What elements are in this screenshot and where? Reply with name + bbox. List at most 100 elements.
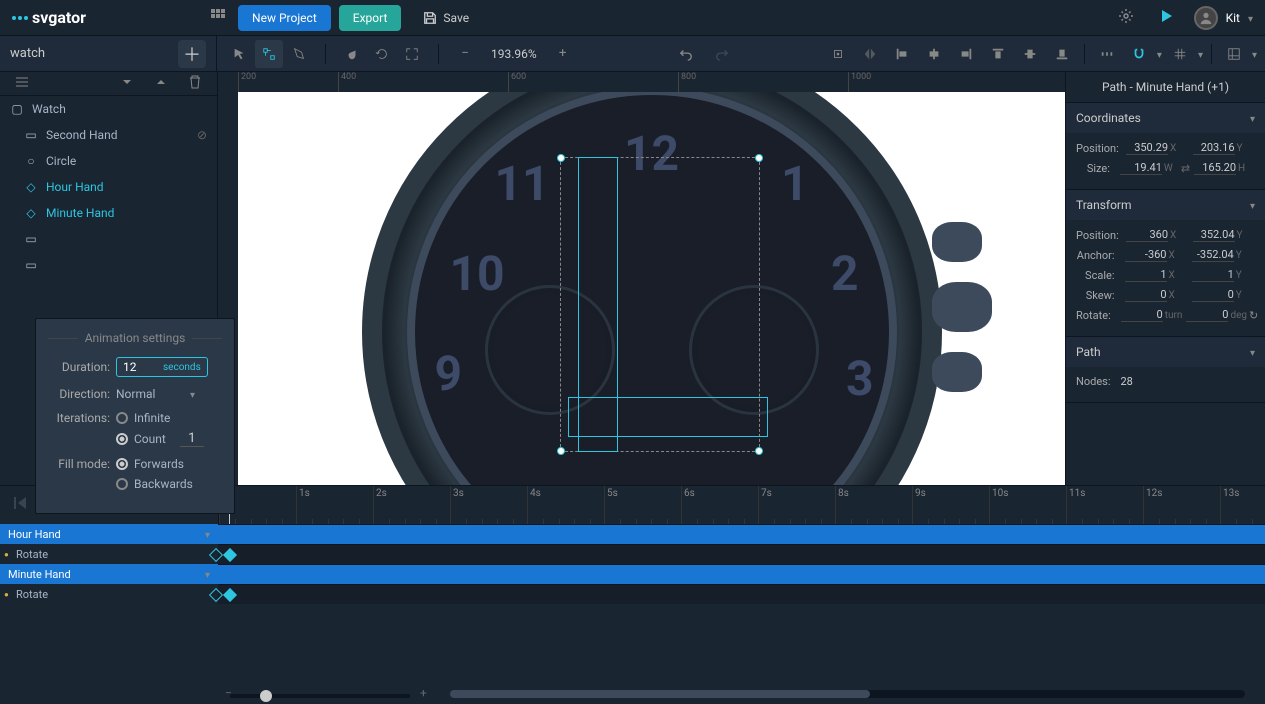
- scale-x-input[interactable]: [1125, 268, 1167, 282]
- track-lane[interactable]: [218, 524, 1265, 544]
- pos-y-input[interactable]: [1193, 141, 1235, 155]
- app-name: svgator: [32, 8, 86, 27]
- save-button[interactable]: Save: [409, 5, 483, 31]
- iterations-infinite-radio[interactable]: Infinite: [116, 411, 204, 425]
- size-h-input[interactable]: [1194, 161, 1236, 175]
- align-left-icon[interactable]: [888, 40, 916, 68]
- fillmode-forwards-radio[interactable]: Forwards: [116, 457, 193, 471]
- user-menu[interactable]: Kit: [1194, 6, 1253, 30]
- transform-section-head[interactable]: Transform: [1066, 190, 1265, 220]
- rotate-deg-input[interactable]: [1186, 308, 1228, 322]
- save-icon: [423, 11, 437, 25]
- circle-icon: ○: [24, 154, 38, 168]
- chevron-down-icon: [1248, 11, 1253, 25]
- align-top-icon[interactable]: [984, 40, 1012, 68]
- timeline-scrollbar[interactable]: [450, 690, 1245, 698]
- track-header[interactable]: Minute Hand: [0, 564, 218, 584]
- rotate-turn-input[interactable]: [1121, 308, 1163, 322]
- align-vcenter-icon[interactable]: [1016, 40, 1044, 68]
- avatar-icon: [1194, 6, 1218, 30]
- fit-tool[interactable]: [398, 40, 426, 68]
- canvas[interactable]: 12 1 2 3 9 10 11: [238, 92, 1065, 492]
- delete-layer-icon[interactable]: [183, 70, 207, 98]
- track-property[interactable]: Rotate●: [0, 584, 218, 604]
- apps-icon[interactable]: [206, 4, 230, 32]
- grid-icon[interactable]: [1166, 40, 1194, 68]
- skew-x-input[interactable]: [1125, 288, 1167, 302]
- timeline-zoom-slider[interactable]: [230, 694, 410, 698]
- iterations-count-input[interactable]: [180, 431, 204, 447]
- zoom-out-button[interactable]: −: [451, 40, 479, 68]
- anchor-y-input[interactable]: [1192, 248, 1234, 262]
- pos-x-input[interactable]: [1126, 141, 1168, 155]
- redo-button[interactable]: [708, 40, 736, 68]
- pen-tool[interactable]: [285, 40, 313, 68]
- top-bar: svgator New Project Export Save Kit: [0, 0, 1265, 36]
- coordinates-section-head[interactable]: Coordinates: [1066, 103, 1265, 133]
- skew-y-input[interactable]: [1192, 288, 1234, 302]
- layer-item-6[interactable]: ▭: [0, 252, 217, 278]
- timeline-ruler[interactable]: 0s1s2s3s4s5s6s7s8s9s10s11s12s13s: [218, 486, 1265, 524]
- panel-menu-icon[interactable]: [10, 70, 34, 98]
- new-project-button[interactable]: New Project: [238, 5, 331, 31]
- layer-circle[interactable]: ○ Circle: [0, 148, 217, 174]
- chevron-down-icon: [190, 387, 195, 401]
- align-center-icon[interactable]: [824, 40, 852, 68]
- zoom-in-button[interactable]: +: [549, 40, 577, 68]
- distribute-icon[interactable]: [1093, 40, 1121, 68]
- track-lane[interactable]: [218, 584, 1265, 604]
- logo: svgator: [12, 8, 86, 27]
- snap-icon[interactable]: [1125, 40, 1153, 68]
- layer-root[interactable]: ▢ Watch: [0, 96, 217, 122]
- expand-icon[interactable]: [149, 70, 173, 98]
- iterations-count-radio[interactable]: Count: [116, 431, 204, 447]
- t-pos-x-input[interactable]: [1126, 228, 1168, 242]
- layer-second-hand[interactable]: ▭ Second Hand ⊘: [0, 122, 217, 148]
- track-lane[interactable]: [218, 544, 1265, 564]
- add-file-button[interactable]: ＋: [178, 40, 206, 68]
- timeline-start-button[interactable]: [8, 491, 32, 519]
- layer-item-5[interactable]: ▭: [0, 226, 217, 252]
- keyframe[interactable]: [223, 548, 237, 562]
- flip-h-icon[interactable]: [856, 40, 884, 68]
- track-property[interactable]: Rotate●: [0, 544, 218, 564]
- collapse-icon[interactable]: [115, 70, 139, 98]
- pan-tool[interactable]: [338, 40, 366, 68]
- ruler-horizontal: 200 400 600 800 1000: [238, 72, 1065, 92]
- align-hcenter-icon[interactable]: [920, 40, 948, 68]
- track-lane[interactable]: [218, 564, 1265, 584]
- path-section-head[interactable]: Path: [1066, 337, 1265, 367]
- fillmode-backwards-radio[interactable]: Backwards: [116, 477, 193, 491]
- snap-dropdown[interactable]: [1157, 47, 1162, 61]
- rotate-view-tool[interactable]: [368, 40, 396, 68]
- play-preview-icon[interactable]: [1154, 4, 1178, 32]
- visibility-icon[interactable]: ⊘: [197, 128, 207, 142]
- align-bottom-icon[interactable]: [1048, 40, 1076, 68]
- canvas-area[interactable]: 200 400 600 800 1000 12 1 2 3 9 10: [218, 72, 1065, 492]
- track-header[interactable]: Hour Hand: [0, 524, 218, 544]
- keyframe[interactable]: [223, 588, 237, 602]
- align-right-icon[interactable]: [952, 40, 980, 68]
- t-pos-y-input[interactable]: [1193, 228, 1235, 242]
- scale-y-input[interactable]: [1192, 268, 1234, 282]
- layer-minute-hand[interactable]: ◇ Minute Hand: [0, 200, 217, 226]
- select-tool[interactable]: [225, 40, 253, 68]
- tools-bar: ＋ − 193.96% +: [0, 36, 1265, 72]
- duration-input[interactable]: [123, 360, 163, 374]
- size-w-input[interactable]: [1120, 161, 1162, 175]
- file-name-input[interactable]: [10, 46, 176, 61]
- nodes-value: 28: [1121, 375, 1133, 388]
- undo-button[interactable]: [672, 40, 700, 68]
- export-button[interactable]: Export: [339, 5, 402, 31]
- node-tool[interactable]: [255, 40, 283, 68]
- grid-dropdown[interactable]: [1198, 47, 1203, 61]
- layout-icon[interactable]: [1220, 40, 1248, 68]
- settings-icon[interactable]: [1114, 4, 1138, 32]
- timeline-panel: 0:00.00 ▭ 0s1s2s3s4s5s6s7s8s9s10s11s12s1…: [0, 485, 1265, 704]
- direction-select[interactable]: Normal: [116, 387, 186, 401]
- page-icon: ▭: [24, 232, 38, 246]
- anchor-x-input[interactable]: [1125, 248, 1167, 262]
- layer-hour-hand[interactable]: ◇ Hour Hand: [0, 174, 217, 200]
- user-name: Kit: [1226, 11, 1240, 25]
- layout-dropdown[interactable]: [1252, 47, 1257, 61]
